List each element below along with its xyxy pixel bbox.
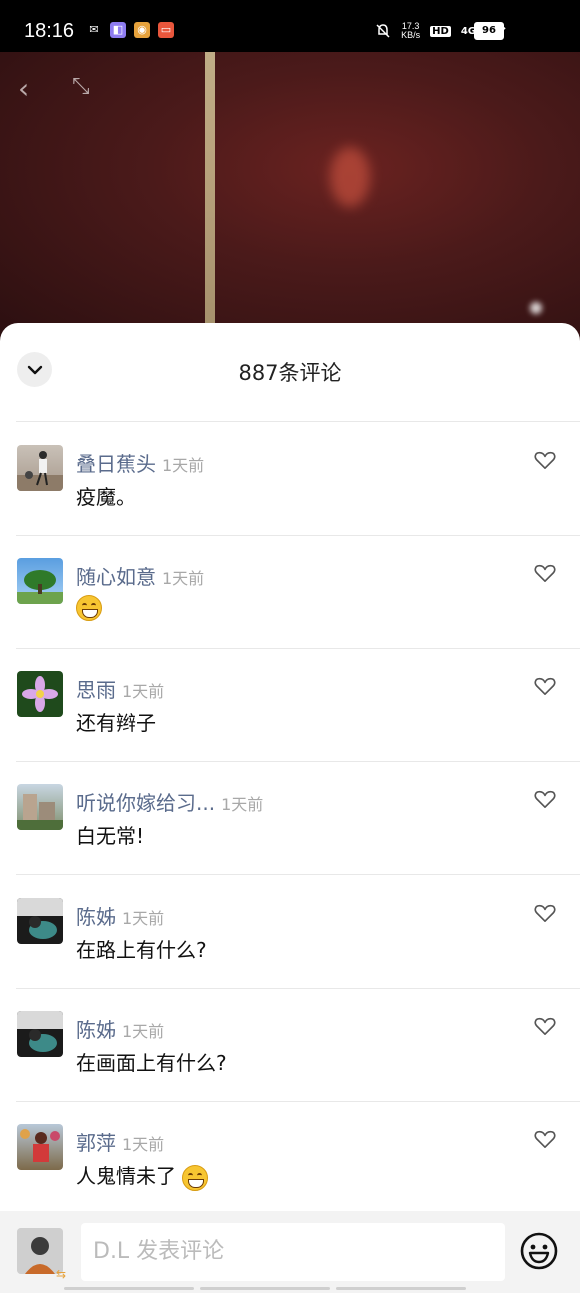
heart-icon[interactable] bbox=[534, 789, 556, 809]
app-icon: ◧ bbox=[110, 22, 126, 38]
avatar[interactable] bbox=[17, 445, 63, 491]
avatar[interactable] bbox=[17, 558, 63, 604]
net-speed-unit: KB/s bbox=[401, 30, 421, 40]
comment-header: 郭萍 1天前 bbox=[76, 1127, 164, 1156]
comment-count-title: 887条评论 bbox=[238, 361, 342, 385]
comment-text bbox=[76, 594, 102, 621]
comment-author[interactable]: 听说你嫁给习... bbox=[76, 787, 215, 816]
hd-badge: HD bbox=[430, 25, 451, 37]
net-speed: 17.3 KB/s bbox=[401, 22, 420, 40]
comment-author[interactable]: 陈姊 bbox=[76, 901, 116, 930]
comment-composer: ⇆ D.L 发表评论 bbox=[0, 1211, 580, 1293]
avatar[interactable] bbox=[17, 1011, 63, 1057]
comment-time: 1天前 bbox=[122, 682, 165, 701]
comment-author[interactable]: 叠日蕉头 bbox=[76, 448, 156, 477]
comment-text-body: 人鬼情未了 bbox=[76, 1164, 176, 1188]
heart-icon[interactable] bbox=[534, 676, 556, 696]
weibo-icon: ◉ bbox=[134, 22, 150, 38]
shrink-icon[interactable]: ⤡ bbox=[72, 74, 90, 99]
comment-item[interactable]: 郭萍 1天前 人鬼情未了 bbox=[0, 1101, 580, 1214]
heart-icon[interactable] bbox=[534, 563, 556, 583]
comment-text: 人鬼情未了 bbox=[76, 1160, 209, 1191]
comment-time: 1天前 bbox=[162, 456, 205, 475]
comment-time: 1天前 bbox=[122, 909, 165, 928]
comment-header: 叠日蕉头 1天前 bbox=[76, 448, 204, 477]
status-bar: 18:16 ✉ ◧ ◉ ▭ 17.3 KB/s HD 4G 96 bbox=[0, 0, 580, 52]
battery-icon: 96 bbox=[474, 22, 504, 40]
swap-icon[interactable]: ⇆ bbox=[56, 1267, 66, 1281]
comment-header: 陈姊 1天前 bbox=[76, 901, 164, 930]
avatar[interactable] bbox=[17, 671, 63, 717]
video-frame-spark bbox=[530, 302, 542, 314]
comment-header: 陈姊 1天前 bbox=[76, 1014, 164, 1043]
video-frame-pole bbox=[205, 52, 215, 342]
avatar[interactable] bbox=[17, 784, 63, 830]
back-icon[interactable]: ‹ bbox=[18, 72, 29, 105]
comment-time: 1天前 bbox=[122, 1022, 165, 1041]
grin-emoji-icon bbox=[76, 594, 102, 621]
comment-header: 听说你嫁给习... 1天前 bbox=[76, 787, 263, 816]
comment-item[interactable]: 叠日蕉头 1天前 疫魔。 bbox=[0, 422, 580, 535]
bilibili-icon: ▭ bbox=[158, 22, 174, 38]
avatar[interactable] bbox=[17, 1124, 63, 1170]
comment-author[interactable]: 陈姊 bbox=[76, 1014, 116, 1043]
comment-item[interactable]: 听说你嫁给习... 1天前 白无常! bbox=[0, 761, 580, 874]
video-player[interactable]: ‹ ⤡ bbox=[0, 52, 580, 342]
comment-text: 疫魔。 bbox=[76, 485, 136, 509]
comment-time: 1天前 bbox=[162, 569, 205, 588]
comment-item[interactable]: 思雨 1天前 还有辫子 bbox=[0, 648, 580, 761]
crying-laugh-emoji-icon bbox=[182, 1164, 209, 1191]
notification-icons: ✉ ◧ ◉ ▭ bbox=[86, 22, 174, 38]
comment-input[interactable]: D.L 发表评论 bbox=[81, 1223, 505, 1281]
comment-item[interactable]: 陈姊 1天前 在路上有什么? bbox=[0, 875, 580, 988]
heart-icon[interactable] bbox=[534, 450, 556, 470]
comment-author[interactable]: 郭萍 bbox=[76, 1127, 116, 1156]
comment-text: 白无常! bbox=[76, 824, 145, 848]
comment-text: 在画面上有什么? bbox=[76, 1051, 227, 1075]
wechat-icon: ✉ bbox=[89, 23, 99, 36]
comment-sheet: 887条评论 叠日蕉头 1天前 疫魔。 随心如意 1天前 思雨 1天前 还有辫子… bbox=[0, 323, 580, 1293]
avatar[interactable] bbox=[17, 898, 63, 944]
gesture-bar bbox=[64, 1287, 466, 1290]
comment-time: 1天前 bbox=[221, 795, 264, 814]
comment-header: 随心如意 1天前 bbox=[76, 561, 204, 590]
video-frame-glow bbox=[330, 147, 370, 207]
heart-icon[interactable] bbox=[534, 1016, 556, 1036]
comment-author[interactable]: 思雨 bbox=[76, 674, 116, 703]
comment-item[interactable]: 随心如意 1天前 bbox=[0, 535, 580, 648]
emoji-icon[interactable] bbox=[519, 1231, 559, 1271]
comment-time: 1天前 bbox=[122, 1135, 165, 1154]
comment-author[interactable]: 随心如意 bbox=[76, 561, 156, 590]
mute-bell-icon bbox=[376, 24, 390, 38]
comment-text: 在路上有什么? bbox=[76, 938, 207, 962]
comment-text: 还有辫子 bbox=[76, 711, 156, 735]
heart-icon[interactable] bbox=[534, 903, 556, 923]
status-time: 18:16 bbox=[24, 20, 75, 42]
comment-header: 思雨 1天前 bbox=[76, 674, 164, 703]
comment-item[interactable]: 陈姊 1天前 在画面上有什么? bbox=[0, 988, 580, 1101]
heart-icon[interactable] bbox=[534, 1129, 556, 1149]
